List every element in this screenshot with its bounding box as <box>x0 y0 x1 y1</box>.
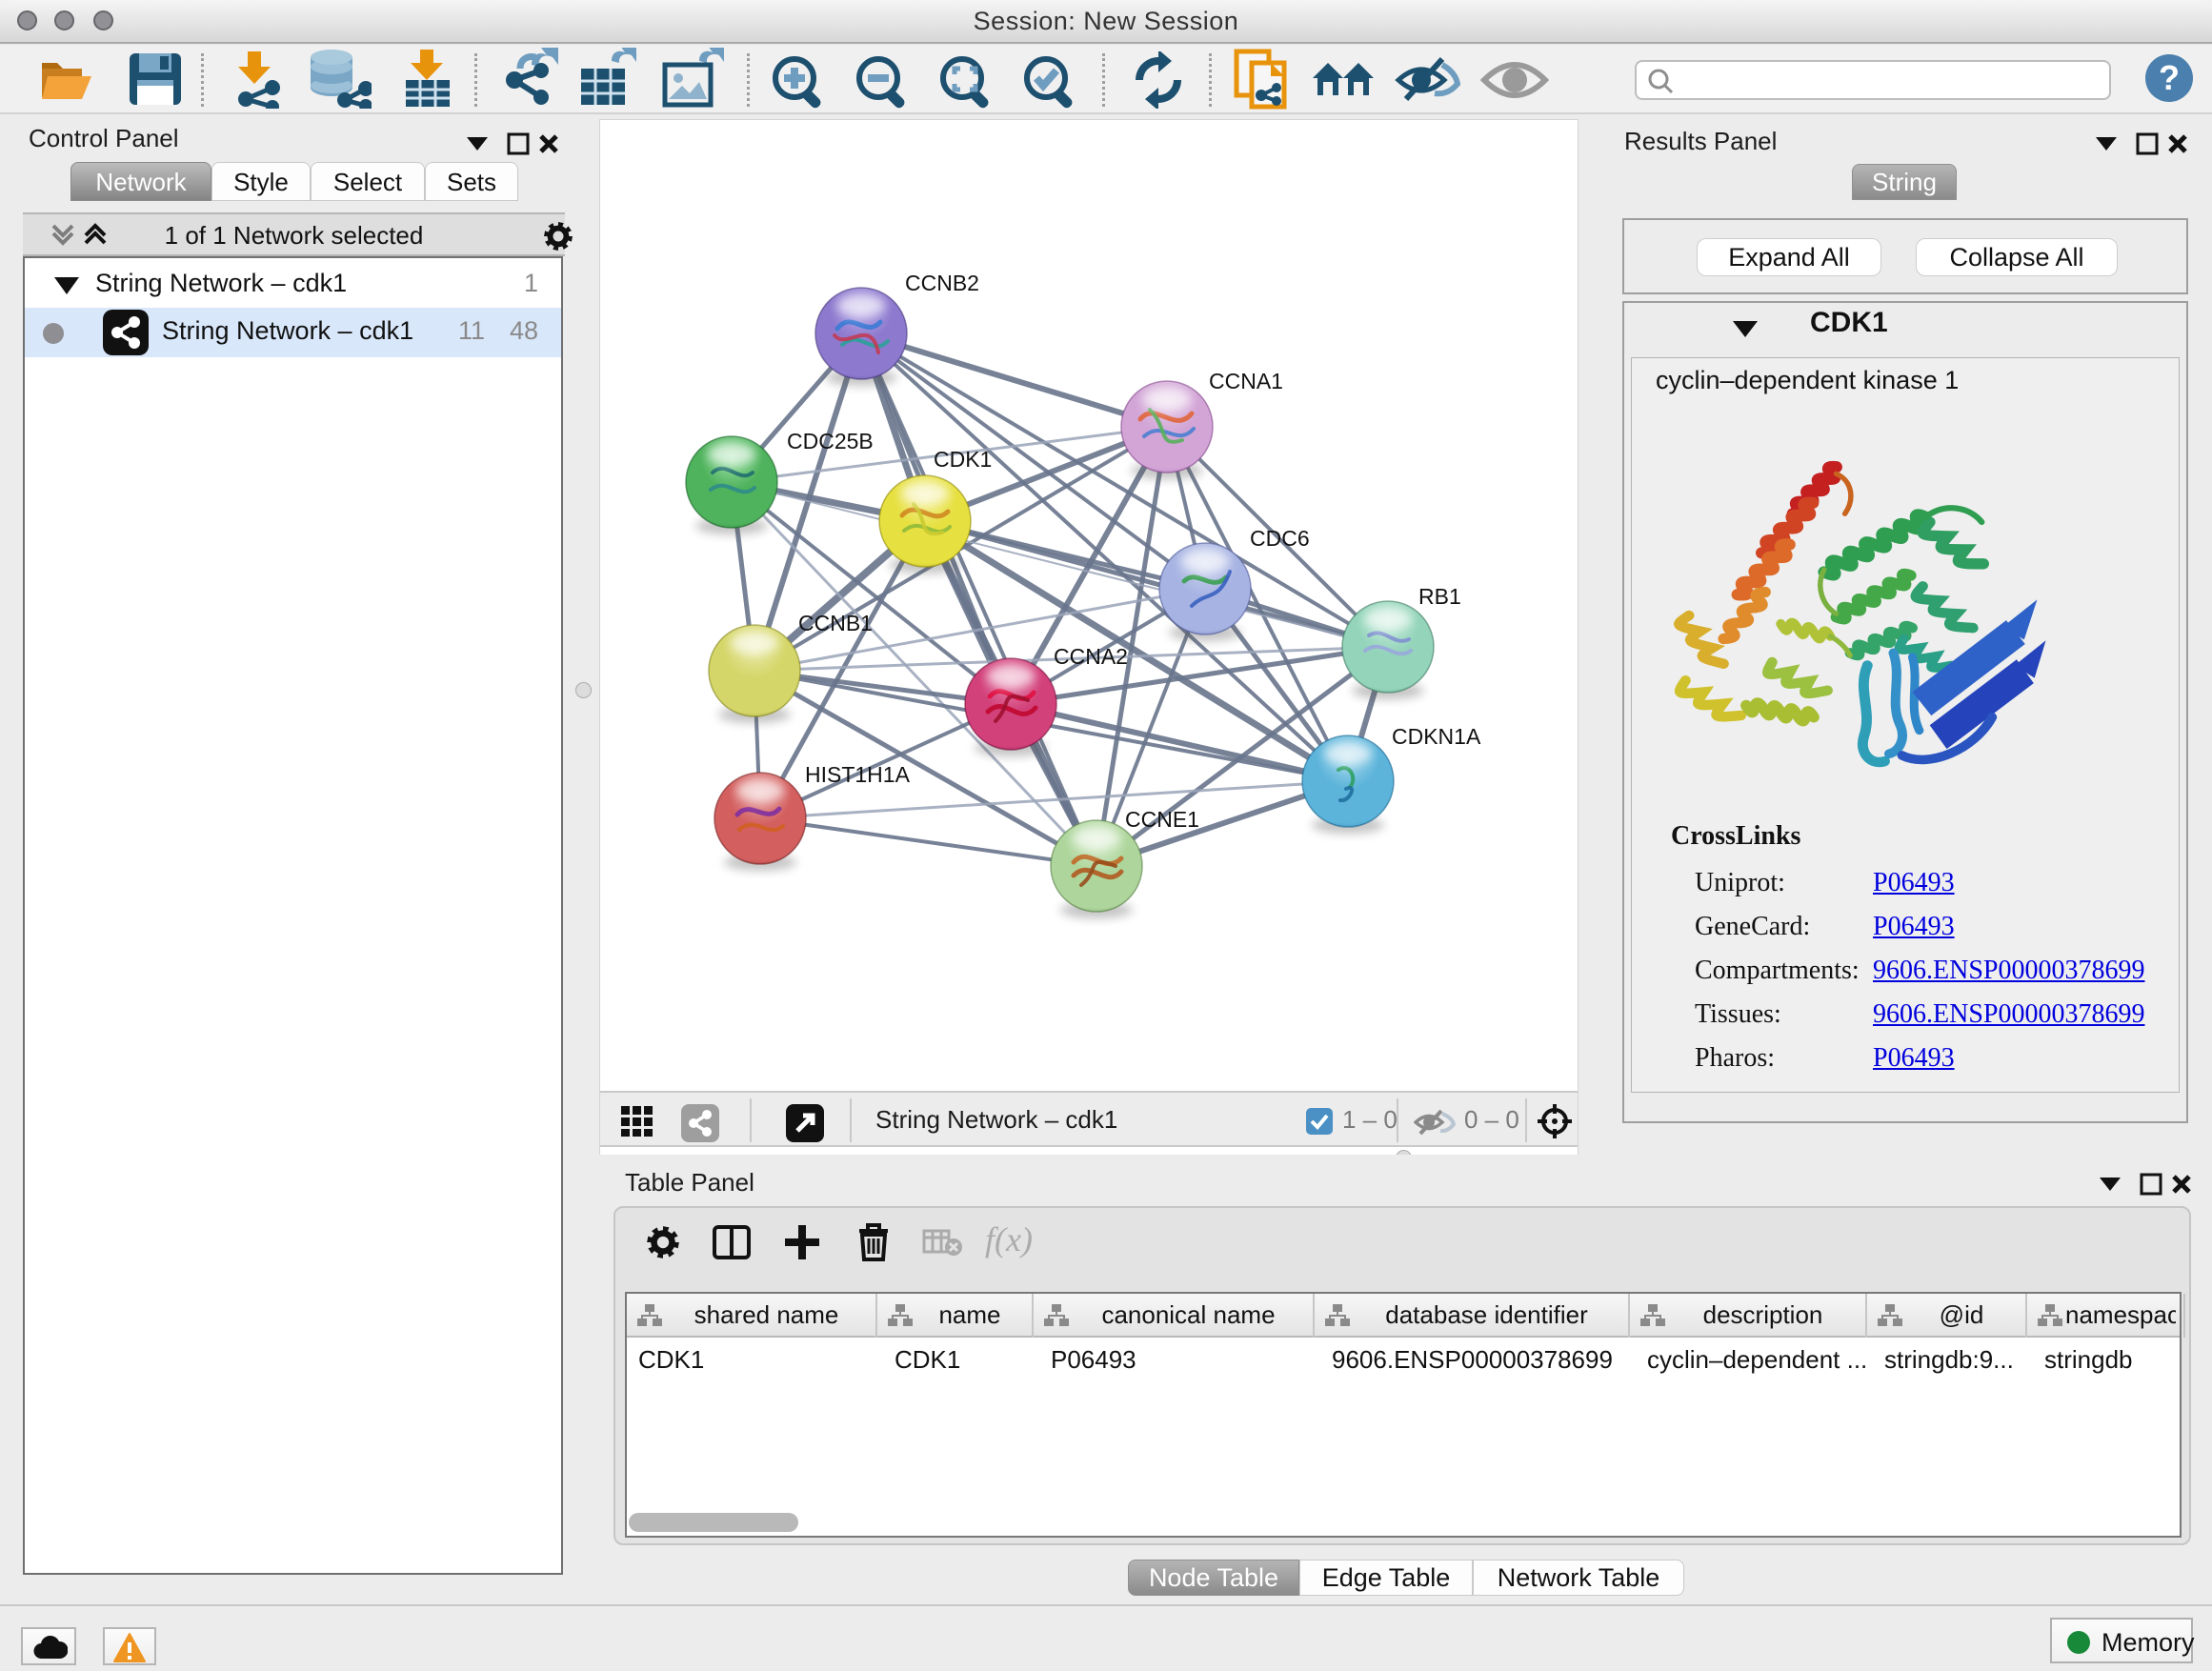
svg-text:CCNB1: CCNB1 <box>798 611 873 635</box>
svg-text:CDK1: CDK1 <box>934 447 992 472</box>
svg-text:HIST1H1A: HIST1H1A <box>805 762 911 787</box>
svg-text:CCNB2: CCNB2 <box>905 271 979 295</box>
svg-text:CDC25B: CDC25B <box>787 429 874 453</box>
svg-text:CCNA2: CCNA2 <box>1054 644 1128 669</box>
svg-text:RB1: RB1 <box>1418 584 1461 609</box>
svg-text:?: ? <box>2159 58 2180 97</box>
svg-text:CDC6: CDC6 <box>1250 526 1310 551</box>
svg-text:CDKN1A: CDKN1A <box>1392 724 1481 749</box>
svg-text:CCNE1: CCNE1 <box>1125 807 1199 832</box>
svg-text:CCNA1: CCNA1 <box>1209 369 1283 393</box>
